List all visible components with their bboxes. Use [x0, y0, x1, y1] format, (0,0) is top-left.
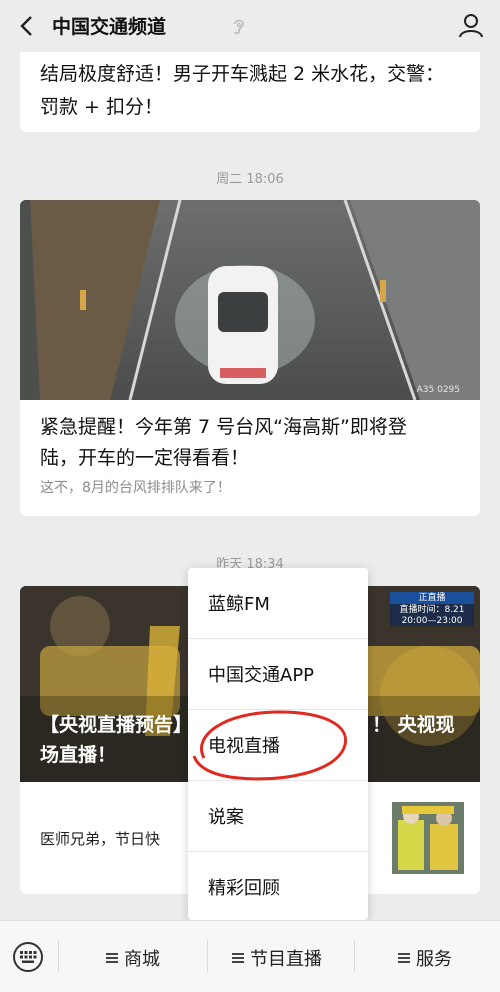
image-watermark: A35 0295 — [417, 385, 460, 395]
bottom-menu-live[interactable]: 节目直播 — [232, 945, 322, 971]
highlight-circle — [184, 706, 354, 786]
bottom-divider — [207, 939, 208, 973]
article-title: 结局极度舒适！男子开车溅起 2 米水花，交警： 罚款 + 扣分！ — [40, 63, 445, 118]
menu-lines-icon — [106, 953, 118, 963]
article-card[interactable]: A35 0295 紧急提醒！今年第 7 号台风“海高斯”即将登 陆，开车的一定得… — [20, 200, 480, 516]
bottom-menu-shop[interactable]: 商城 — [106, 945, 160, 971]
article-card[interactable]: 结局极度舒适！男子开车溅起 2 米水花，交警： 罚款 + 扣分！ — [20, 52, 480, 132]
menu-item-highlights[interactable]: 精彩回顾 — [188, 852, 368, 922]
menu-item-app[interactable]: 中国交通APP — [188, 639, 368, 709]
article-title: 紧急提醒！今年第 7 号台风“海高斯”即将登 陆，开车的一定得看看！ — [40, 416, 407, 469]
back-arrow-icon[interactable] — [14, 14, 38, 38]
bottom-menu-bar: 商城 节目直播 服务 — [0, 920, 500, 992]
menu-lines-icon — [232, 953, 244, 963]
bottom-menu-service[interactable]: 服务 — [398, 945, 452, 971]
menu-lines-icon — [398, 953, 410, 963]
article-image: A35 0295 — [20, 200, 480, 401]
article-thumbnail — [392, 802, 464, 874]
header: 中国交通频道 — [0, 0, 500, 52]
live-badge: 正直播 直播时间：8.21 20:00—23:00 — [390, 592, 474, 626]
bottom-divider — [354, 939, 355, 973]
article-row-text: 医师兄弟，节日快 — [40, 830, 161, 848]
bottom-divider — [58, 939, 59, 973]
article-subtitle: 这不，8月的台风排排队来了！ — [40, 480, 231, 496]
menu-item-lanjing-fm[interactable]: 蓝鲸FM — [188, 568, 368, 638]
menu-item-cases[interactable]: 说案 — [188, 781, 368, 851]
user-icon[interactable] — [458, 12, 484, 38]
ear-icon[interactable] — [232, 18, 246, 36]
keyboard-icon[interactable] — [12, 941, 44, 973]
timestamp: 周二 18:06 — [216, 172, 284, 187]
page-title: 中国交通频道 — [52, 16, 167, 38]
